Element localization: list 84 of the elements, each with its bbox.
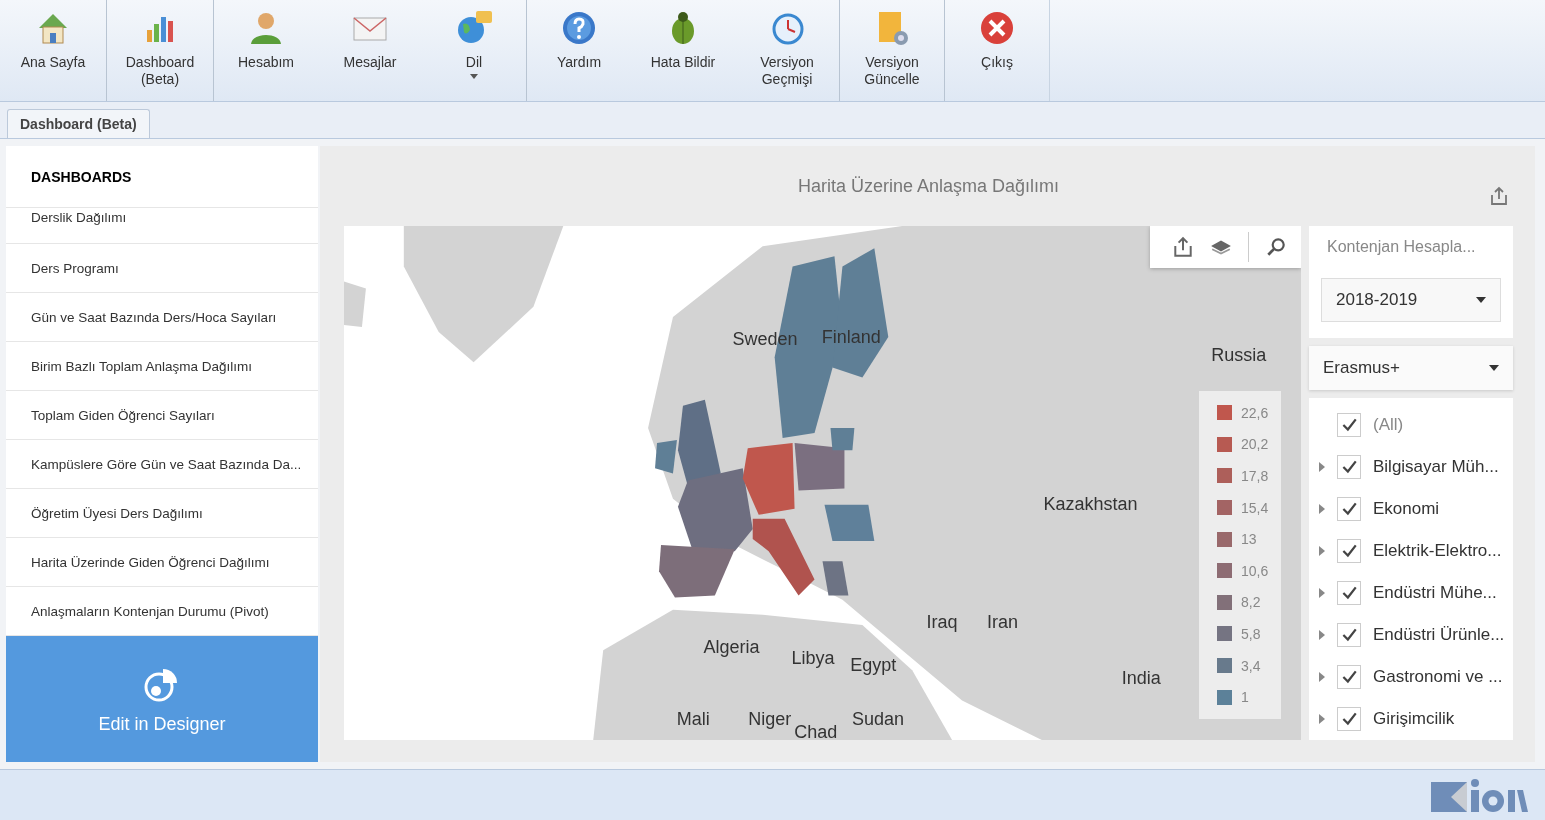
checkmark-icon bbox=[1340, 710, 1358, 728]
filter-label: Endüstri Mühe... bbox=[1373, 583, 1497, 603]
checkbox[interactable] bbox=[1337, 455, 1361, 479]
caret-icon bbox=[1489, 365, 1499, 371]
sidebar-item[interactable]: Birim Bazlı Toplam Anlaşma Dağılımı bbox=[6, 342, 318, 391]
filter-title: Kontenjan Hesapla... bbox=[1327, 238, 1477, 256]
expand-icon[interactable] bbox=[1319, 546, 1325, 556]
checkmark-icon bbox=[1340, 458, 1358, 476]
checkmark-icon bbox=[1340, 584, 1358, 602]
expand-icon[interactable] bbox=[1319, 672, 1325, 682]
toolbar-button[interactable]: Ana Sayfa bbox=[0, 8, 106, 93]
tab[interactable]: Dashboard (Beta) bbox=[7, 109, 150, 138]
legend-label: 15,4 bbox=[1241, 499, 1269, 516]
country-label: India bbox=[1121, 667, 1161, 689]
filter-label: Girişimcilik bbox=[1373, 709, 1455, 729]
zoom-icon[interactable] bbox=[1265, 236, 1287, 258]
sidebar-item[interactable]: Derslik Dağılımı bbox=[6, 208, 318, 244]
legend-label: 17,8 bbox=[1241, 468, 1269, 484]
year-dropdown[interactable]: 2018-2019 bbox=[1321, 278, 1501, 322]
filter-label: (All) bbox=[1373, 415, 1404, 435]
sidebar-item[interactable]: Gün ve Saat Bazında Ders/Hoca Sayıları bbox=[6, 293, 318, 342]
legend-label: 20,2 bbox=[1241, 436, 1269, 453]
checkmark-icon bbox=[1340, 500, 1358, 518]
toolbar-button[interactable]: Versiyon Güncelle bbox=[840, 8, 944, 93]
chart-title: Harita Üzerine Anlaşma Dağılımı bbox=[797, 175, 1060, 197]
legend-label: 5,8 bbox=[1241, 625, 1261, 642]
legend-label: 13 bbox=[1241, 531, 1257, 548]
filter-label: Endüstri Ürünle... bbox=[1373, 625, 1505, 645]
export-icon[interactable] bbox=[1172, 236, 1194, 258]
sidebar-item[interactable]: Harita Üzerinde Giden Öğrenci Dağılımı bbox=[6, 538, 318, 587]
country-label: Egypt bbox=[850, 654, 897, 676]
legend-label: 10,6 bbox=[1241, 562, 1269, 579]
country-label: Russia bbox=[1211, 344, 1267, 365]
checkmark-icon bbox=[1340, 416, 1358, 434]
checkbox[interactable] bbox=[1337, 665, 1361, 689]
checkmark-icon bbox=[1340, 626, 1358, 644]
legend-label: 22,6 bbox=[1241, 404, 1269, 421]
country-label: Algeria bbox=[703, 636, 760, 658]
country-label: Kazakhstan bbox=[1043, 493, 1138, 515]
legend-label: 1 bbox=[1241, 689, 1249, 706]
sidebar-item[interactable]: Kampüslere Göre Gün ve Saat Bazında Da... bbox=[6, 440, 318, 489]
toolbar-button[interactable]: Yardım bbox=[527, 8, 631, 93]
country-label: Finland bbox=[821, 326, 881, 347]
toolbar-button[interactable]: Hata Bildir bbox=[631, 8, 735, 93]
expand-icon[interactable] bbox=[1319, 630, 1325, 640]
sidebar-item[interactable]: Ders Programı bbox=[6, 244, 318, 293]
country-label: Sudan bbox=[851, 708, 905, 730]
program-dropdown[interactable]: Erasmus+ bbox=[1309, 346, 1513, 390]
checkmark-icon bbox=[1340, 668, 1358, 686]
country-label: Niger bbox=[748, 708, 792, 730]
toolbar-button[interactable]: Dil bbox=[422, 8, 526, 93]
toolbar-button[interactable]: Mesajlar bbox=[318, 8, 422, 93]
checkbox[interactable] bbox=[1337, 497, 1361, 521]
country-label: Iraq bbox=[926, 611, 958, 633]
checkbox[interactable] bbox=[1337, 707, 1361, 731]
toolbar-button[interactable]: Hesabım bbox=[214, 8, 318, 93]
toolbar-button[interactable]: Dashboard (Beta) bbox=[107, 8, 213, 93]
legend-label: 3,4 bbox=[1241, 657, 1261, 674]
checkbox[interactable] bbox=[1337, 413, 1361, 437]
toolbar-button[interactable]: Versiyon Geçmişi bbox=[735, 8, 839, 93]
filter-label: Elektrik-Elektro... bbox=[1373, 541, 1502, 561]
filter-label: Ekonomi bbox=[1373, 499, 1440, 519]
sidebar-item[interactable]: Toplam Giden Öğrenci Sayıları bbox=[6, 391, 318, 440]
toolbar-button[interactable]: Çıkış bbox=[945, 8, 1049, 93]
sidebar-item[interactable]: Öğretim Üyesi Ders Dağılımı bbox=[6, 489, 318, 538]
checkbox[interactable] bbox=[1337, 623, 1361, 647]
expand-icon[interactable] bbox=[1319, 714, 1325, 724]
legend-label: 8,2 bbox=[1241, 594, 1261, 611]
filter-label: Bilgisayar Müh... bbox=[1373, 457, 1499, 477]
sidebar-title: DASHBOARDS bbox=[6, 146, 318, 208]
country-label: Mali bbox=[676, 708, 710, 730]
expand-icon[interactable] bbox=[1319, 462, 1325, 472]
country-label: Libya bbox=[791, 647, 835, 669]
caret-icon bbox=[1476, 297, 1486, 303]
export-icon[interactable] bbox=[1489, 186, 1509, 206]
checkmark-icon bbox=[1340, 542, 1358, 560]
logo-icon bbox=[1431, 778, 1531, 812]
country-label: Iran bbox=[986, 611, 1018, 633]
checkbox[interactable] bbox=[1337, 581, 1361, 605]
checkbox[interactable] bbox=[1337, 539, 1361, 563]
expand-icon[interactable] bbox=[1319, 588, 1325, 598]
expand-icon[interactable] bbox=[1319, 504, 1325, 514]
country-label: Chad bbox=[794, 721, 838, 740]
filter-label: Gastronomi ve ... bbox=[1373, 667, 1503, 687]
